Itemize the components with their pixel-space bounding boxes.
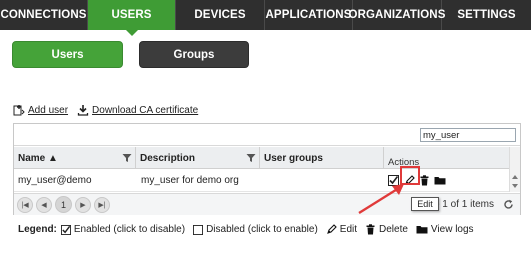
groups-button[interactable]: Groups: [139, 41, 249, 68]
scroll-down-icon[interactable]: [512, 184, 518, 188]
legend: Legend: Enabled (click to disable) Disab…: [18, 224, 482, 235]
next-page-icon[interactable]: ▶: [75, 197, 91, 213]
checkbox-empty-icon: [193, 224, 204, 235]
legend-delete: Delete: [365, 224, 408, 235]
legend-enabled-label: Enabled (click to disable): [73, 224, 186, 235]
column-description-label: Description: [140, 152, 196, 164]
legend-delete-label: Delete: [379, 224, 408, 235]
legend-edit-label: Edit: [339, 224, 358, 235]
tab-connections[interactable]: CONNECTIONS: [0, 0, 88, 30]
legend-disabled: Disabled (click to enable): [193, 224, 318, 235]
filter-icon[interactable]: [246, 153, 256, 163]
column-name-label: Name ▲: [18, 152, 58, 164]
column-name[interactable]: Name ▲: [14, 147, 136, 169]
grid-header: Name ▲ Description User groups Actions: [14, 147, 520, 169]
download-ca-label: Download CA certificate: [92, 104, 199, 116]
cell-name: my_user@demo: [18, 175, 92, 186]
legend-view-logs-label: View logs: [430, 224, 474, 235]
folder-icon[interactable]: [434, 175, 446, 186]
pencil-icon: [326, 224, 337, 234]
add-user-icon: [13, 105, 25, 116]
first-page-icon[interactable]: |◀: [17, 197, 33, 213]
table-row: my_user@demo my_user for demo org: [14, 170, 509, 192]
column-user-groups-label: User groups: [264, 152, 323, 164]
users-button[interactable]: Users: [12, 41, 123, 68]
trash-icon[interactable]: [419, 175, 430, 186]
search-input[interactable]: [420, 128, 516, 142]
legend-view-logs: View logs: [416, 224, 474, 235]
cell-description: my_user for demo org: [141, 175, 239, 186]
checkbox-checked-icon: [60, 224, 71, 235]
current-page-button[interactable]: 1: [55, 196, 72, 213]
tab-devices[interactable]: DEVICES: [176, 0, 265, 30]
grid-pager: |◀ ◀ 1 ▶ ▶| 1 - 1 of 1 items: [14, 193, 520, 215]
column-user-groups[interactable]: User groups: [260, 147, 384, 169]
download-ca-link[interactable]: Download CA certificate: [77, 104, 198, 116]
action-links: Add user Download CA certificate: [13, 104, 207, 116]
filter-icon[interactable]: [122, 153, 132, 163]
refresh-icon[interactable]: [503, 199, 514, 210]
tab-settings[interactable]: SETTINGS: [442, 0, 531, 30]
edit-tooltip: Edit: [411, 197, 439, 211]
legend-title: Legend:: [18, 224, 57, 235]
folder-icon: [416, 226, 428, 234]
legend-edit: Edit: [326, 224, 357, 235]
add-user-label: Add user: [28, 104, 69, 116]
tab-users[interactable]: USERS: [88, 0, 176, 36]
tab-applications[interactable]: APPLICATIONS: [265, 0, 353, 30]
users-grid: Name ▲ Description User groups Actions m…: [13, 123, 521, 215]
top-navigation: CONNECTIONS USERS DEVICES APPLICATIONS O…: [0, 0, 531, 36]
add-user-link[interactable]: Add user: [13, 104, 68, 116]
trash-icon: [366, 224, 375, 235]
last-page-icon[interactable]: ▶|: [94, 197, 110, 213]
annotation-arrow-icon: [358, 184, 404, 215]
tab-organizations[interactable]: ORGANIZATIONS: [349, 0, 445, 30]
legend-disabled-label: Disabled (click to enable): [206, 224, 318, 235]
scroll-up-icon[interactable]: [512, 175, 518, 179]
download-icon: [77, 105, 89, 116]
previous-page-icon[interactable]: ◀: [36, 197, 52, 213]
legend-enabled: Enabled (click to disable): [60, 224, 186, 235]
grid-scrollbar[interactable]: [509, 147, 520, 192]
column-description[interactable]: Description: [136, 147, 260, 169]
grid-toolbar: [14, 124, 520, 146]
